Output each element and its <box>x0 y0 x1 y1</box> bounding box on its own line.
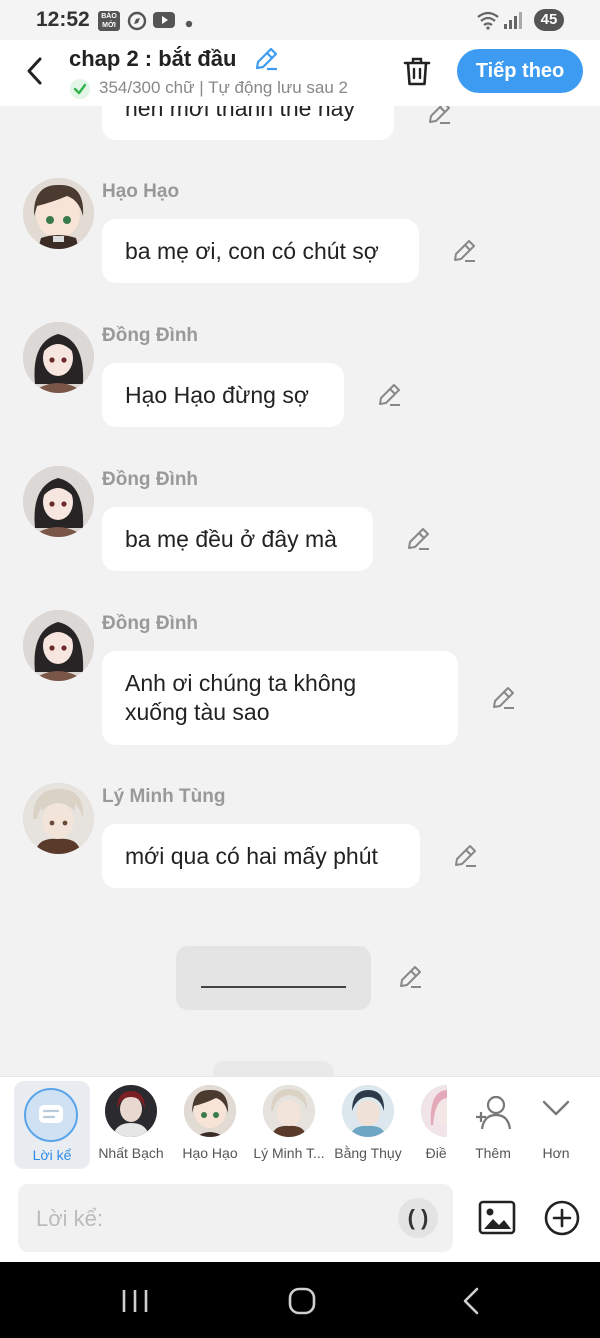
character-nhat-bach[interactable]: Nhất Bạch <box>93 1083 169 1169</box>
character-label: Bằng Thụy <box>334 1145 402 1161</box>
insert-parentheses-button[interactable]: ( ) <box>398 1198 438 1238</box>
edit-message-pencil-icon[interactable] <box>397 964 423 990</box>
chapter-title[interactable]: chap 2 : bắt đầu <box>69 46 236 72</box>
next-button[interactable]: Tiếp theo <box>457 49 583 93</box>
character-dien-c[interactable]: Điền C <box>409 1083 447 1169</box>
character-selector-bar: Lời kể Nhất Bạch Hạo Hạo Lý Minh T... Bằ… <box>0 1076 600 1176</box>
message-bubble[interactable]: ba mẹ ơi, con có chút sợ <box>102 219 419 283</box>
edit-message-pencil-icon[interactable] <box>426 106 452 126</box>
empty-narration-bubble[interactable] <box>176 946 371 1010</box>
home-icon[interactable] <box>287 1286 317 1316</box>
saved-check-icon <box>69 78 91 100</box>
speaker-name: Đồng Đình <box>102 469 199 490</box>
status-bar: 12:52 BÁO MỚI 45 <box>0 0 600 40</box>
message-bubble[interactable]: mới qua có hai mấy phút <box>102 824 420 888</box>
composer-row: Lời kể: ( ) <box>0 1176 600 1262</box>
avatar-hao-hao <box>184 1085 236 1137</box>
baomoi-app-icon: BÁO MỚI <box>98 11 120 31</box>
avatar-ly-minh-tung[interactable] <box>23 783 94 854</box>
chat-story-area[interactable]: nên mới thành thế này Hạo Hạo ba mẹ ơi, … <box>0 106 600 1076</box>
message-bubble[interactable]: nên mới thành thế này <box>102 106 394 140</box>
avatar-dong-dinh[interactable] <box>23 466 94 537</box>
avatar-dong-dinh[interactable] <box>23 610 94 681</box>
edit-message-pencil-icon[interactable] <box>490 685 516 711</box>
battery-indicator: 45 <box>534 9 564 31</box>
add-circle-icon[interactable] <box>543 1199 581 1237</box>
character-bang-thuy[interactable]: Bằng Thụy <box>330 1083 406 1169</box>
narration-input[interactable]: Lời kể: ( ) <box>18 1184 453 1252</box>
character-ly-minh-tung[interactable]: Lý Minh T... <box>251 1083 327 1169</box>
message-bubble[interactable]: ba mẹ đều ở đây mà <box>102 507 373 571</box>
message-bubble[interactable]: Anh ơi chúng ta không xuống tàu sao <box>102 651 458 745</box>
youtube-icon <box>153 11 175 34</box>
chevron-down-icon <box>542 1099 570 1122</box>
status-time: 12:52 <box>36 8 90 31</box>
edit-message-pencil-icon[interactable] <box>452 843 478 869</box>
avatar-dong-dinh[interactable] <box>23 322 94 393</box>
edit-message-pencil-icon[interactable] <box>405 526 431 552</box>
character-hao-hao[interactable]: Hạo Hạo <box>172 1083 248 1169</box>
recent-apps-icon[interactable] <box>118 1288 152 1314</box>
back-nav-icon[interactable] <box>458 1286 484 1316</box>
partial-bubble[interactable] <box>213 1061 334 1076</box>
insert-image-icon[interactable] <box>477 1198 517 1238</box>
back-button[interactable] <box>22 54 48 88</box>
speaker-name: Hạo Hạo <box>102 181 180 202</box>
notification-dot-icon <box>185 15 193 33</box>
blank-line <box>201 986 346 988</box>
add-character-button[interactable]: Thêm <box>462 1083 524 1169</box>
edit-message-pencil-icon[interactable] <box>451 238 477 264</box>
speaker-name: Đồng Đình <box>102 325 199 346</box>
compass-icon <box>127 11 147 36</box>
character-label: Nhất Bạch <box>98 1145 164 1161</box>
character-label: Lời kể <box>32 1147 72 1163</box>
delete-trash-icon[interactable] <box>400 54 434 88</box>
avatar-bang-thuy <box>342 1085 394 1137</box>
add-character-label: Thêm <box>475 1145 511 1161</box>
message-bubble[interactable]: Hạo Hạo đừng sợ <box>102 363 344 427</box>
edit-title-pencil-icon[interactable] <box>253 46 279 72</box>
narrator-chat-icon <box>24 1088 78 1142</box>
character-label: Điền C <box>425 1145 447 1161</box>
character-label: Hạo Hạo <box>182 1145 238 1161</box>
wifi-icon <box>476 10 500 35</box>
avatar-ly-minh-tung <box>263 1085 315 1137</box>
character-label: Lý Minh T... <box>253 1145 325 1161</box>
character-narrator[interactable]: Lời kể <box>14 1081 90 1169</box>
system-navigation-bar <box>0 1262 600 1338</box>
avatar-dien-c <box>421 1085 447 1137</box>
input-placeholder: Lời kể: <box>36 1206 104 1231</box>
avatar-nhat-bach <box>105 1085 157 1137</box>
save-status-text: 354/300 chữ | Tự động lưu sau 2 <box>99 78 349 97</box>
signal-icon <box>503 10 523 35</box>
add-person-icon <box>474 1093 514 1136</box>
edit-message-pencil-icon[interactable] <box>376 382 402 408</box>
speaker-name: Đồng Đình <box>102 613 199 634</box>
editor-header: chap 2 : bắt đầu 354/300 chữ | Tự động l… <box>0 40 600 106</box>
more-label: Hơn <box>542 1145 570 1161</box>
avatar-hao-hao[interactable] <box>23 178 94 249</box>
more-button[interactable]: Hơn <box>525 1083 587 1169</box>
speaker-name: Lý Minh Tùng <box>102 786 226 807</box>
